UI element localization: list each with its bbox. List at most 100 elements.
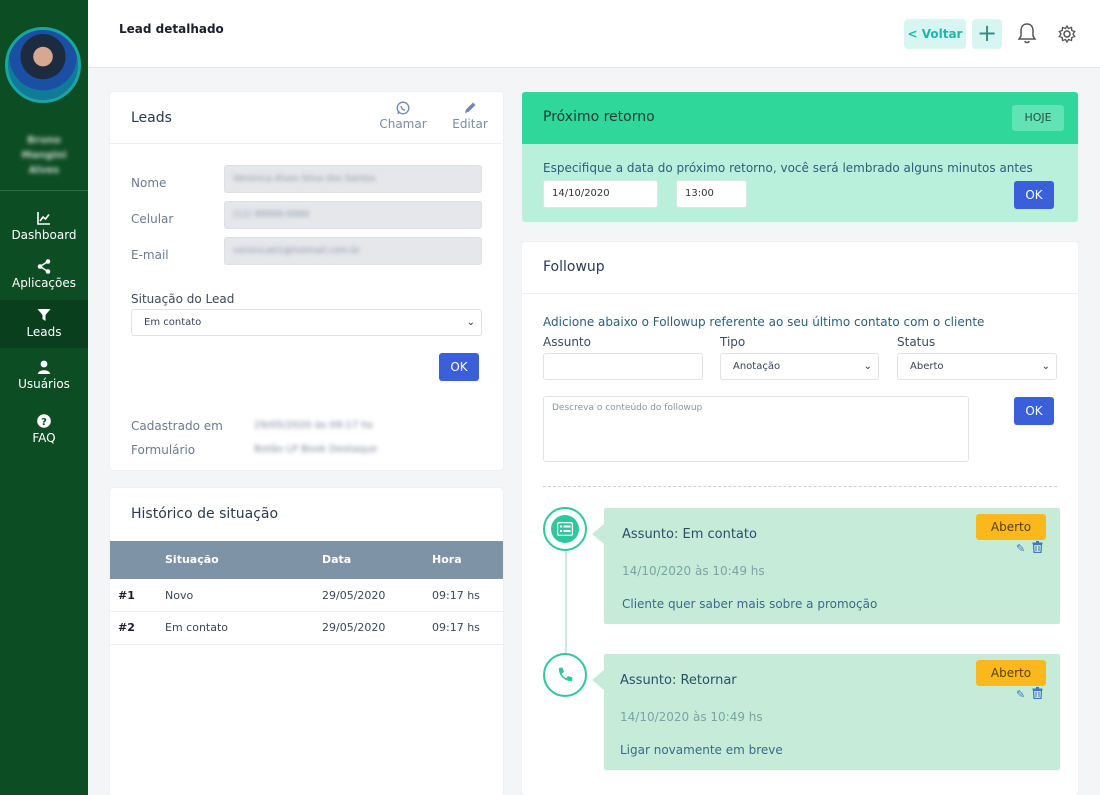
followup-text: Ligar novamente em breve <box>620 743 783 757</box>
assunto-input[interactable] <box>543 353 703 380</box>
edit-button[interactable]: Editar <box>444 101 496 131</box>
followup-subject: Assunto: Em contato <box>622 527 757 542</box>
user-name: Bruno Mangini Alves <box>21 135 67 176</box>
situacao-label: Situação do Lead <box>131 292 235 306</box>
table-row: #2 Em contato 29/05/2020 09:17 hs <box>110 612 503 645</box>
cadastrado-label: Cadastrado em <box>131 419 223 433</box>
leads-card: Leads Chamar Editar Nome Veronica Alves … <box>110 92 503 470</box>
followup-card: Followup Adicione abaixo o Followup refe… <box>522 242 1078 795</box>
bell-icon[interactable] <box>1016 21 1038 47</box>
row-situacao: Em contato <box>165 621 229 634</box>
assunto-label: Assunto <box>543 335 591 349</box>
svg-text:?: ? <box>41 417 47 428</box>
sidebar-item-faq[interactable]: ? FAQ <box>0 414 88 446</box>
email-value: veronica01@hotmail.com.br <box>233 246 361 256</box>
topbar: Lead detalhado < Voltar + <box>88 0 1100 68</box>
celular-field[interactable]: (11) 99999-9999 <box>224 201 482 229</box>
situacao-ok-button[interactable]: OK <box>439 353 479 381</box>
chart-icon <box>0 211 88 227</box>
followup-textarea[interactable]: Descreva o conteúdo do followup <box>543 396 969 462</box>
tipo-value: Anotação <box>733 361 781 372</box>
back-button[interactable]: < Voltar <box>904 19 966 49</box>
avatar[interactable] <box>5 27 81 103</box>
whatsapp-icon <box>377 101 429 117</box>
proximo-retorno-header: Próximo retorno HOJE <box>522 92 1078 144</box>
add-button[interactable]: + <box>972 19 1002 49</box>
followup-date: 14/10/2020 às 10:49 hs <box>622 564 765 578</box>
divider <box>543 486 1057 487</box>
user-icon <box>0 360 88 376</box>
row-number: #1 <box>118 589 135 602</box>
followup-item: Assunto: Retornar 14/10/2020 às 10:49 hs… <box>592 654 1060 770</box>
row-situacao: Novo <box>165 589 194 602</box>
timeline-line <box>565 542 567 662</box>
pencil-icon[interactable]: ✎ <box>1016 542 1025 555</box>
celular-label: Celular <box>131 212 174 226</box>
date-field[interactable]: 14/10/2020 <box>543 180 658 208</box>
status-value: Aberto <box>910 361 944 372</box>
sidebar-item-usuarios[interactable]: Usuários <box>0 360 88 392</box>
sidebar-item-label: Usuários <box>18 377 70 391</box>
sidebar-item-label: Leads <box>26 325 62 339</box>
sidebar-item-label: FAQ <box>32 431 56 445</box>
proximo-retorno-card: Próximo retorno HOJE Especifique a data … <box>522 92 1078 222</box>
column-header: Data <box>322 553 352 566</box>
column-header: Situação <box>165 553 219 566</box>
pencil-icon[interactable]: ✎ <box>1016 688 1025 701</box>
email-field[interactable]: veronica01@hotmail.com.br <box>224 237 482 265</box>
followup-description: Adicione abaixo o Followup referente ao … <box>543 315 985 329</box>
nome-field[interactable]: Veronica Alves Silva dos Santos <box>224 165 482 193</box>
situacao-value: Em contato <box>144 317 202 328</box>
filter-icon <box>0 308 88 324</box>
gear-icon[interactable] <box>1056 22 1078 46</box>
nome-value: Veronica Alves Silva dos Santos <box>233 174 376 184</box>
followup-item: Assunto: Em contato 14/10/2020 às 10:49 … <box>592 508 1060 624</box>
row-hora: 09:17 hs <box>432 621 480 634</box>
call-label: Chamar <box>379 117 427 131</box>
sidebar: Bruno Mangini Alves Dashboard Aplicações… <box>0 0 88 795</box>
timeline-marker <box>543 507 587 551</box>
leads-title: Leads <box>131 110 172 126</box>
formulario-value: Botão LP Book Destaque <box>254 444 378 455</box>
timeline-marker <box>543 653 587 697</box>
sidebar-item-label: Aplicações <box>11 276 77 290</box>
followup-subject: Assunto: Retornar <box>620 673 737 688</box>
hoje-button[interactable]: HOJE <box>1012 105 1064 131</box>
proximo-retorno-description: Especifique a data do próximo retorno, v… <box>543 161 1033 175</box>
sidebar-item-aplicacoes[interactable]: Aplicações <box>0 259 88 291</box>
time-field[interactable]: 13:00 <box>676 180 747 208</box>
sidebar-divider <box>0 190 88 191</box>
list-icon <box>551 515 579 543</box>
pencil-icon <box>444 101 496 117</box>
nome-label: Nome <box>131 176 167 190</box>
retorno-ok-button[interactable]: OK <box>1014 181 1054 209</box>
trash-icon[interactable] <box>1032 541 1043 556</box>
sidebar-item-leads[interactable]: Leads <box>0 300 88 348</box>
celular-value: (11) 99999-9999 <box>233 210 310 220</box>
status-badge: Aberto <box>976 514 1046 540</box>
chevron-down-icon: ⌄ <box>1041 361 1050 372</box>
followup-ok-button[interactable]: OK <box>1014 397 1054 425</box>
situacao-select[interactable]: Em contato ⌄ <box>131 309 482 336</box>
formulario-label: Formulário <box>131 443 196 457</box>
row-data: 29/05/2020 <box>322 589 386 602</box>
historico-title: Histórico de situação <box>131 506 279 522</box>
call-button[interactable]: Chamar <box>377 101 429 131</box>
tipo-select[interactable]: Anotação ⌄ <box>720 353 879 380</box>
page-title: Lead detalhado <box>119 22 224 36</box>
email-label: E-mail <box>131 248 169 262</box>
cadastrado-value: 29/05/2020 às 09:17 hs <box>254 420 373 431</box>
phone-icon <box>551 661 579 689</box>
followup-card-header <box>522 242 1078 294</box>
tipo-label: Tipo <box>720 335 746 349</box>
sidebar-item-dashboard[interactable]: Dashboard <box>0 211 88 243</box>
edit-label: Editar <box>452 117 488 131</box>
status-select[interactable]: Aberto ⌄ <box>897 353 1057 380</box>
proximo-retorno-title: Próximo retorno <box>543 109 655 125</box>
trash-icon[interactable] <box>1032 687 1043 702</box>
followup-date: 14/10/2020 às 10:49 hs <box>620 710 763 724</box>
share-icon <box>0 259 88 275</box>
sidebar-item-label: Dashboard <box>11 228 77 242</box>
historico-card: Histórico de situação Situação Data Hora… <box>110 488 503 795</box>
chevron-down-icon: ⌄ <box>466 317 475 328</box>
